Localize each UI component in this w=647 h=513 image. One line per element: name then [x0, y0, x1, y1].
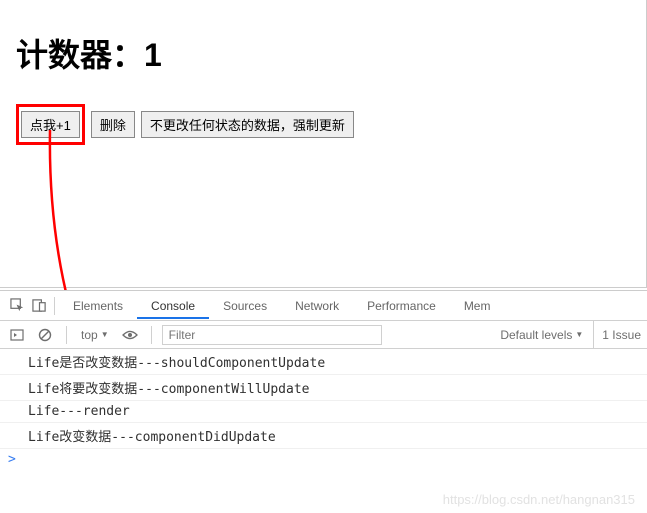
issues-label: 1 Issue — [602, 328, 641, 342]
devtools-tabbar: Elements Console Sources Network Perform… — [0, 291, 647, 321]
tab-network[interactable]: Network — [281, 293, 353, 319]
levels-select[interactable]: Default levels ▼ — [496, 327, 587, 343]
console-toolbar: top ▼ Default levels ▼ 1 Issue — [0, 321, 647, 349]
delete-button[interactable]: 删除 — [91, 111, 135, 138]
tab-memory[interactable]: Mem — [450, 293, 505, 319]
context-label: top — [81, 328, 98, 342]
separator — [151, 326, 152, 344]
separator — [54, 297, 55, 315]
increment-button[interactable]: 点我+1 — [21, 111, 80, 138]
highlight-box: 点我+1 — [16, 104, 85, 145]
device-icon[interactable] — [28, 295, 50, 317]
console-row: Life---render — [0, 401, 647, 423]
dropdown-icon: ▼ — [575, 330, 583, 339]
counter-title: 计数器：1 — [16, 30, 630, 76]
issues-indicator[interactable]: 1 Issue — [593, 321, 641, 348]
console-row: Life将要改变数据---componentWillUpdate — [0, 375, 647, 401]
separator — [66, 326, 67, 344]
eye-icon[interactable] — [119, 324, 141, 346]
console-output: Life是否改变数据---shouldComponentUpdate Life将… — [0, 349, 647, 470]
console-prompt[interactable]: > — [0, 449, 647, 470]
counter-value: 1 — [144, 37, 162, 73]
button-row: 点我+1 删除 不更改任何状态的数据，强制更新 — [16, 104, 630, 145]
levels-label: Default levels — [500, 328, 572, 342]
sidebar-toggle-icon[interactable] — [6, 324, 28, 346]
console-row: Life是否改变数据---shouldComponentUpdate — [0, 349, 647, 375]
dropdown-icon: ▼ — [101, 330, 109, 339]
inspect-icon[interactable] — [6, 295, 28, 317]
clear-console-icon[interactable] — [34, 324, 56, 346]
tab-sources[interactable]: Sources — [209, 293, 281, 319]
devtools-panel: Elements Console Sources Network Perform… — [0, 290, 647, 513]
title-prefix: 计数器： — [16, 37, 144, 73]
tab-console[interactable]: Console — [137, 293, 209, 319]
tab-elements[interactable]: Elements — [59, 293, 137, 319]
console-row: Life改变数据---componentDidUpdate — [0, 423, 647, 449]
filter-input[interactable] — [162, 325, 382, 345]
app-page: 计数器：1 点我+1 删除 不更改任何状态的数据，强制更新 — [0, 0, 647, 288]
context-select[interactable]: top ▼ — [77, 327, 113, 343]
force-update-button[interactable]: 不更改任何状态的数据，强制更新 — [141, 111, 354, 138]
tab-performance[interactable]: Performance — [353, 293, 450, 319]
